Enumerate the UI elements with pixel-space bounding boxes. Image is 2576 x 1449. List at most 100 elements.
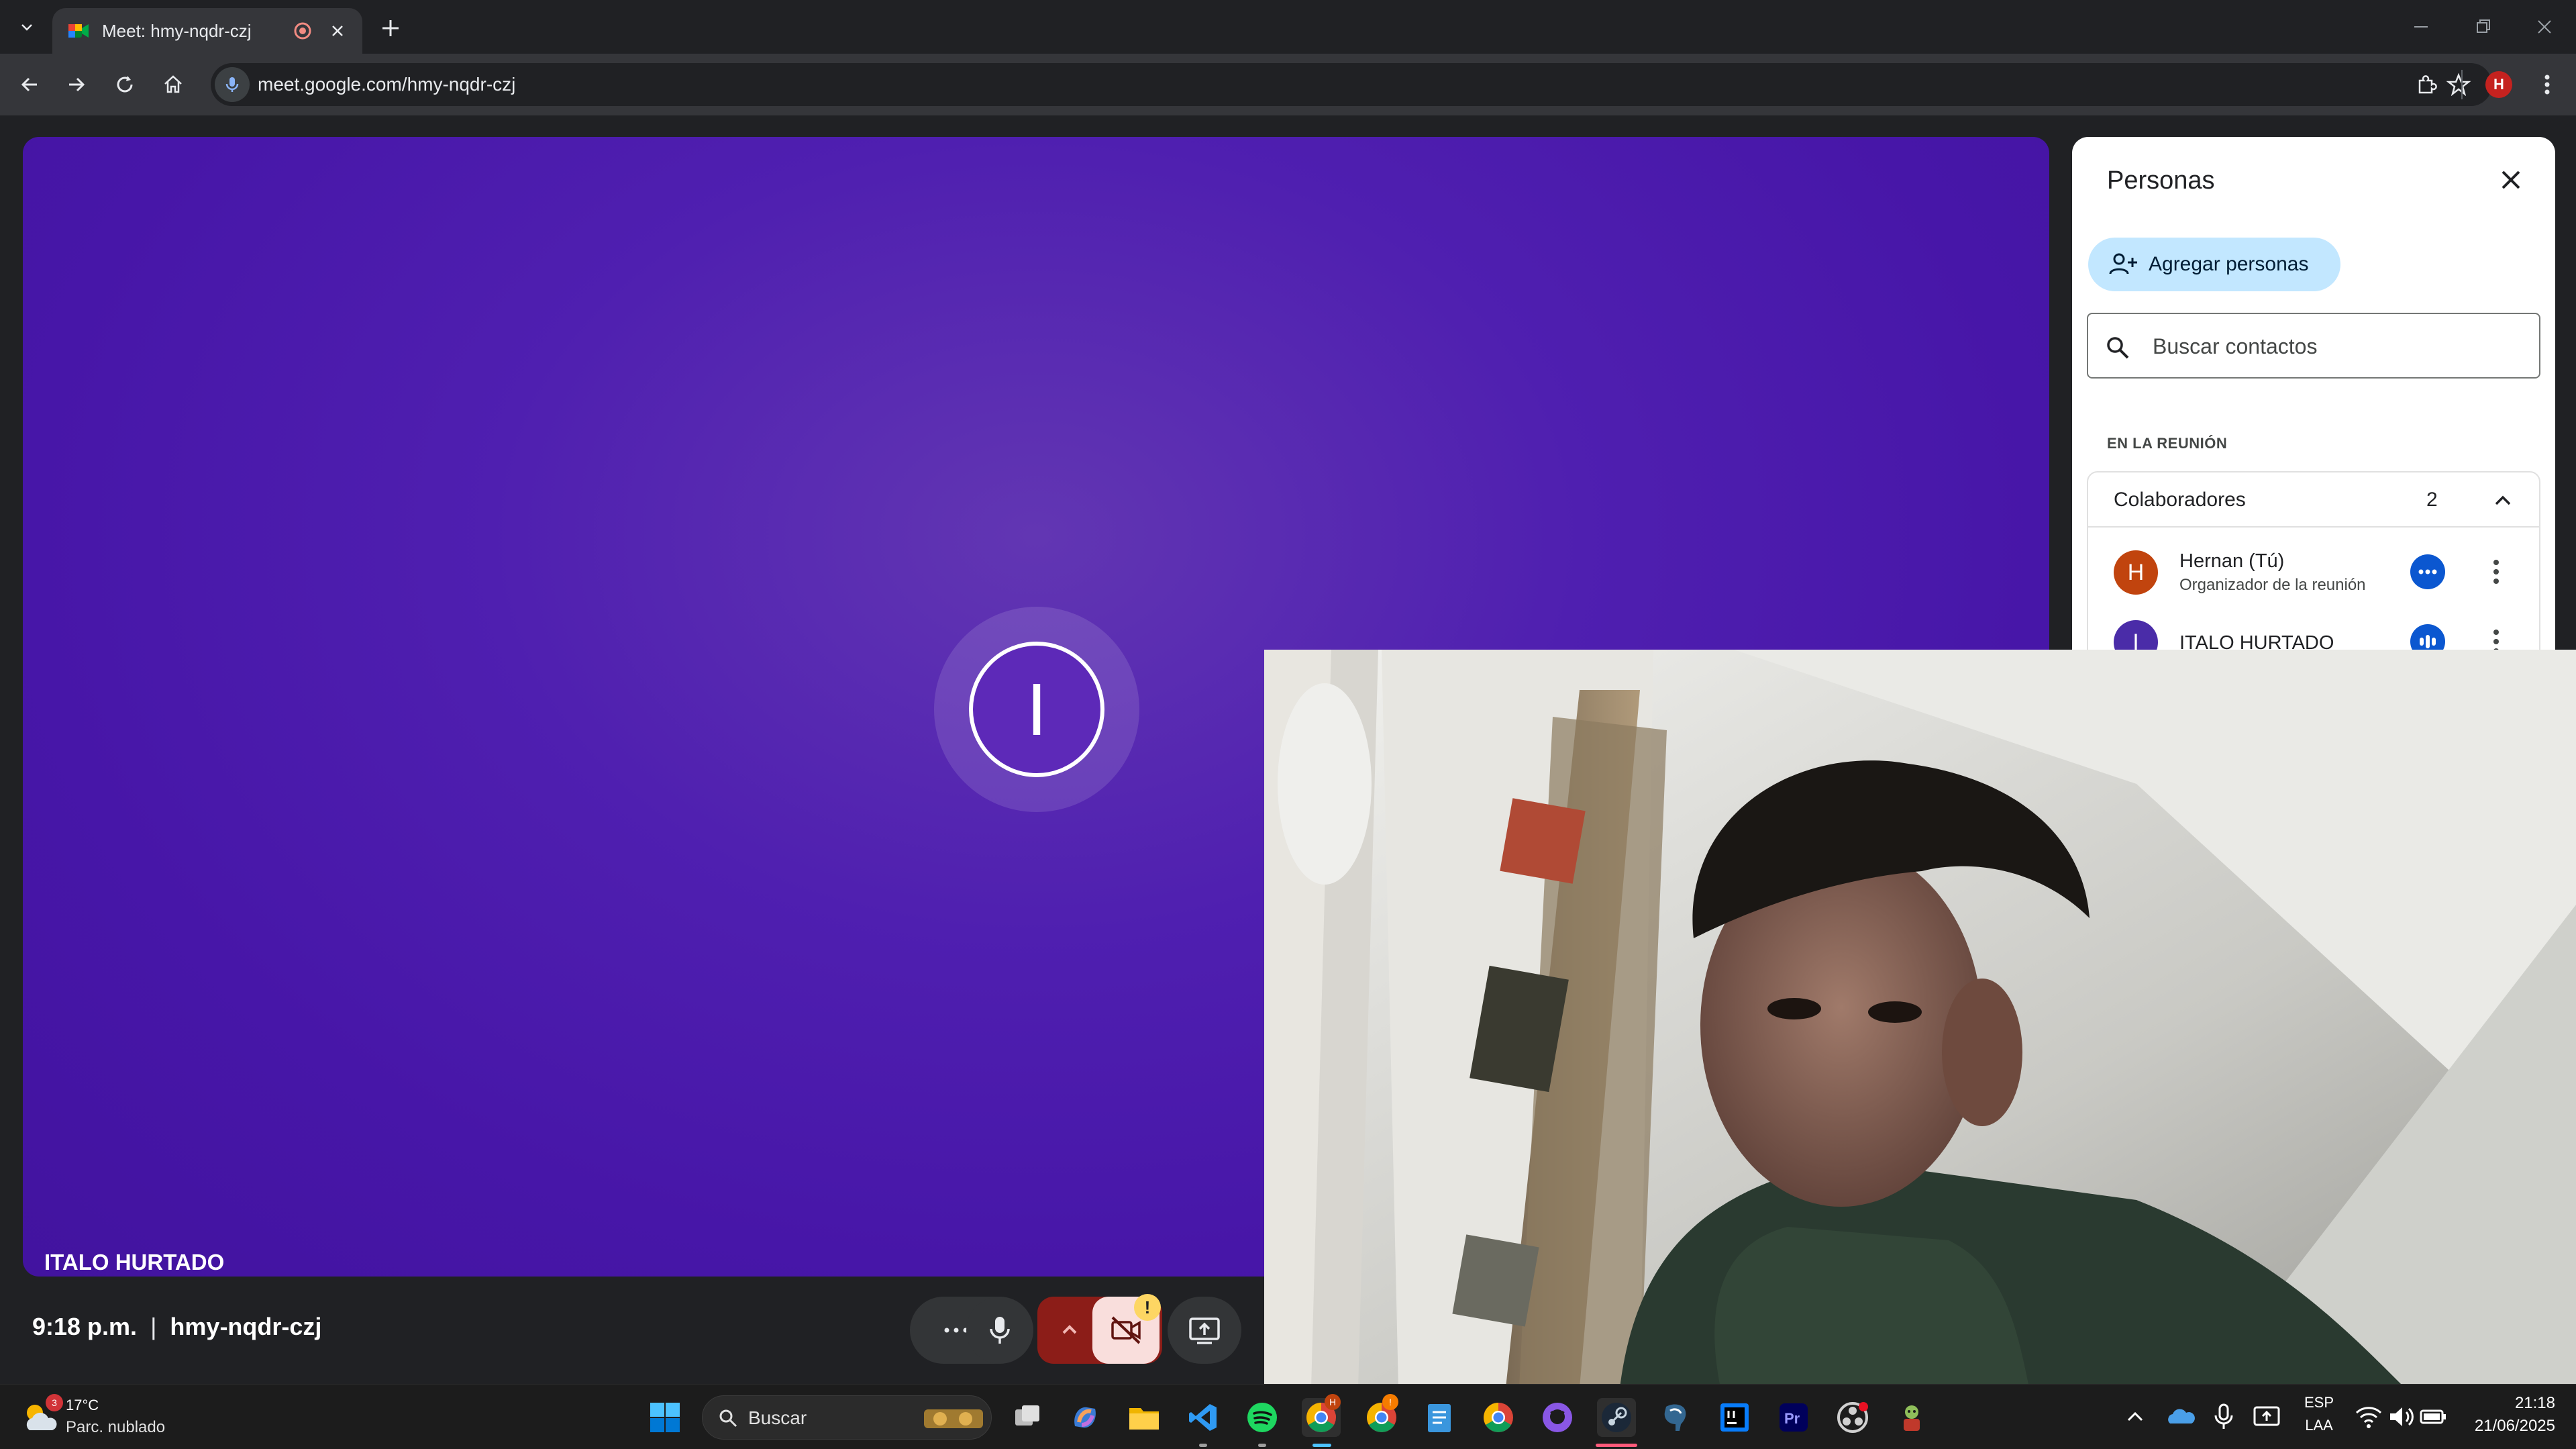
chrome-profile-badge: H [1325, 1394, 1341, 1410]
wall-painting [1452, 1234, 1539, 1327]
close-window-icon[interactable] [2531, 13, 2558, 40]
arrow-left-icon [21, 77, 37, 92]
spotify-icon [1247, 1403, 1277, 1432]
search-contacts-input[interactable] [2153, 328, 2528, 365]
close-tab-icon[interactable] [327, 21, 348, 41]
reload-button[interactable] [109, 68, 141, 101]
weather-description: Parc. nublado [66, 1418, 166, 1436]
chevron-up-icon[interactable] [2122, 1403, 2149, 1430]
collaborators-count: 2 [2426, 489, 2438, 511]
chrome-icon [1484, 1403, 1513, 1432]
postgres-app[interactable] [1656, 1398, 1695, 1437]
chrome-app-3[interactable] [1479, 1398, 1518, 1437]
steam-app[interactable] [1597, 1398, 1636, 1437]
videocam-off-icon [1111, 1316, 1141, 1344]
self-view-video[interactable] [1264, 650, 2576, 1388]
keyboard-layout-indicator[interactable]: LAA [2303, 1417, 2335, 1434]
google-meet-favicon-icon [68, 24, 89, 38]
arrow-right-icon [69, 77, 85, 92]
onedrive-icon[interactable] [2166, 1402, 2196, 1432]
browser-tab-meet[interactable]: Meet: hmy-nqdr-czj [52, 8, 362, 54]
weather-widget[interactable]: 3 17°C Parc. nublado [20, 1394, 195, 1441]
clock-date[interactable]: 21/06/2025 [2448, 1417, 2555, 1436]
jetbrains-app[interactable] [1715, 1398, 1754, 1437]
github-app[interactable] [1538, 1398, 1577, 1437]
address-bar[interactable]: meet.google.com/hmy-nqdr-czj [211, 63, 2492, 106]
windows-logo-icon [650, 1403, 680, 1432]
notepad-app[interactable] [1420, 1398, 1459, 1437]
more-horiz-icon [944, 1328, 968, 1333]
vscode-app[interactable] [1184, 1398, 1223, 1437]
tab-title: Meet: hmy-nqdr-czj [102, 20, 252, 41]
taskbar-search-label: Buscar [748, 1407, 807, 1428]
premiere-icon: Pr [1780, 1403, 1808, 1432]
task-view-button[interactable] [1008, 1398, 1047, 1437]
file-explorer-app[interactable] [1125, 1398, 1164, 1437]
present-screen-button[interactable] [1168, 1297, 1241, 1364]
chrome-alert-badge: ! [1382, 1394, 1398, 1410]
folder-icon [1129, 1408, 1159, 1430]
meeting-details: 9:18 p.m. | hmy-nqdr-czj [32, 1313, 321, 1341]
home-icon [164, 75, 182, 93]
bookmark-star-icon[interactable] [2446, 72, 2471, 97]
weather-temperature: 17°C [66, 1397, 99, 1413]
back-button[interactable] [13, 68, 46, 101]
close-icon[interactable] [2495, 164, 2527, 196]
microphone-button[interactable] [966, 1297, 1033, 1364]
game-app[interactable] [1892, 1398, 1931, 1437]
extensions-button[interactable] [2410, 68, 2442, 101]
copilot-app[interactable] [1066, 1398, 1104, 1437]
windows-taskbar: 3 17°C Parc. nublado Buscar H ! Pr ESP L… [0, 1384, 2576, 1449]
premiere-app[interactable]: Pr [1774, 1398, 1813, 1437]
more-vert-icon[interactable] [2483, 554, 2510, 589]
shelf-object [1278, 683, 1372, 885]
panel-title: Personas [2107, 166, 2215, 195]
meeting-info-separator: | [150, 1313, 157, 1340]
new-tab-icon[interactable] [377, 15, 404, 42]
screen-share-icon[interactable] [2252, 1402, 2281, 1432]
participant-row[interactable]: H Hernan (Tú) Organizador de la reunión [2088, 537, 2539, 611]
chevron-up-icon[interactable] [2488, 486, 2518, 515]
camera-alert-badge: ! [1134, 1294, 1161, 1321]
start-button[interactable] [646, 1398, 684, 1437]
in-meeting-section-label: EN LA REUNIÓN [2107, 435, 2228, 452]
active-indicator [1596, 1444, 1637, 1447]
tab-search-button[interactable] [12, 12, 42, 42]
obs-app[interactable] [1833, 1398, 1872, 1437]
home-button[interactable] [157, 68, 189, 101]
spotify-app[interactable] [1243, 1398, 1282, 1437]
collaborators-header[interactable]: Colaboradores 2 [2088, 472, 2539, 528]
obs-icon [1837, 1402, 1868, 1433]
language-indicator[interactable]: ESP [2303, 1394, 2335, 1411]
minimize-icon[interactable] [2408, 13, 2434, 40]
restore-icon[interactable] [2469, 13, 2496, 40]
site-info-button[interactable] [215, 67, 250, 102]
forward-button[interactable] [60, 68, 93, 101]
running-indicator [1258, 1444, 1266, 1447]
chevron-down-icon [21, 24, 32, 31]
github-icon [1543, 1403, 1572, 1432]
wifi-icon[interactable] [2354, 1402, 2383, 1432]
add-people-label: Agregar personas [2149, 253, 2309, 275]
audio-activity-indicator [2410, 554, 2445, 589]
meeting-time: 9:18 p.m. [32, 1313, 138, 1340]
profile-button[interactable]: H [2483, 68, 2515, 101]
clock-time[interactable]: 21:18 [2475, 1394, 2555, 1413]
participant-name-label: ITALO HURTADO [44, 1250, 225, 1275]
profile-avatar: H [2485, 71, 2512, 98]
add-people-button[interactable]: Agregar personas [2088, 238, 2340, 291]
weather-badge: 3 [46, 1394, 63, 1411]
active-indicator [1312, 1444, 1331, 1447]
browser-menu-button[interactable] [2531, 68, 2563, 101]
microphone-icon[interactable] [2210, 1402, 2237, 1432]
battery-icon[interactable] [2418, 1402, 2448, 1432]
copilot-icon [1074, 1407, 1096, 1428]
volume-icon[interactable] [2386, 1402, 2416, 1432]
browser-toolbar: meet.google.com/hmy-nqdr-czj H [0, 54, 2576, 115]
search-contacts-box [2087, 313, 2540, 379]
meeting-code: hmy-nqdr-czj [170, 1313, 322, 1340]
search-highlight-icon [924, 1409, 983, 1428]
taskbar-search[interactable]: Buscar [702, 1395, 992, 1440]
toolbar-divider [2461, 70, 2463, 99]
recording-indicator-icon [294, 22, 311, 40]
